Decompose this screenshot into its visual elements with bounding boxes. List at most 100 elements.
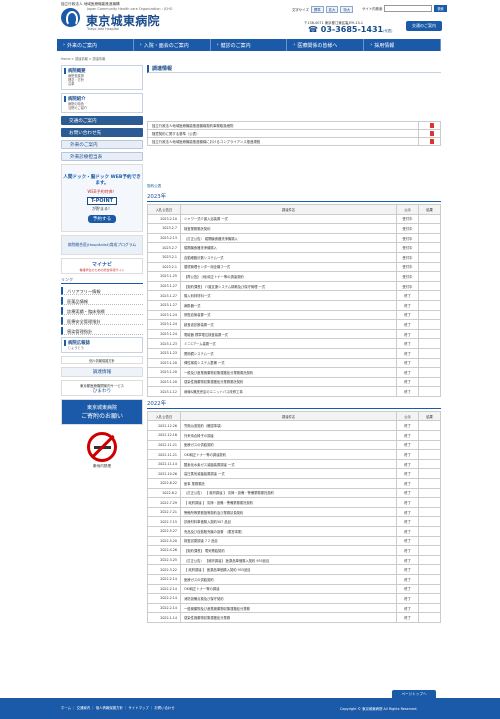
row-notice-status[interactable]: 受付中 xyxy=(396,232,419,244)
row-title[interactable]: 麻酔器一式 xyxy=(180,299,397,311)
row-notice-status[interactable]: 終了 xyxy=(396,593,419,604)
access-button[interactable]: 交通のご案内 xyxy=(406,21,442,31)
row-notice-status[interactable]: 終了 xyxy=(396,526,419,537)
sidebar-access-button[interactable]: 交通のご案内 xyxy=(61,116,143,126)
row-notice-status[interactable]: 終了 xyxy=(396,516,419,527)
row-title[interactable]: （訂正公告） 【 政府調達 】 清掃・設備・警備業務委託契約 xyxy=(180,487,397,499)
row-title[interactable]: OKI純正トナー等の調達 xyxy=(180,583,397,595)
row-notice-status[interactable]: 終了 xyxy=(396,430,419,441)
row-title[interactable]: 購入利林材料一式 xyxy=(180,290,397,301)
row-notice-status[interactable]: 終了 xyxy=(396,290,419,301)
row-title[interactable]: 関節鏡システム一式 xyxy=(180,347,397,359)
sidebar-schedule-button[interactable]: 外来診療担当表 xyxy=(61,152,143,162)
row-notice-status[interactable]: 受付中 xyxy=(396,280,419,292)
result-link[interactable]: 契約公表 xyxy=(147,184,441,189)
link-infection[interactable]: 感染管理指針 xyxy=(61,327,143,336)
sidebar-link[interactable]: 沿革 xyxy=(64,82,140,86)
procurement-banner[interactable]: 調達情報 xyxy=(61,367,143,378)
size-normal-button[interactable]: 標準 xyxy=(310,6,324,13)
row-title[interactable]: 【契約課長】 電気需給契約 xyxy=(180,545,397,556)
sidebar-outpatient-button[interactable]: 外来のご案内 xyxy=(61,140,143,150)
row-title[interactable]: 売品及び自動販売機の設置 （運営事業） xyxy=(180,526,397,537)
breadcrumb[interactable]: Home > 調達情報 > 調達情報 xyxy=(61,56,105,61)
row-title[interactable]: 一般及び産業廃棄物収集運搬処分業務委託契約 xyxy=(180,367,397,378)
row-notice-status[interactable]: 終了 xyxy=(396,439,419,451)
row-notice-status[interactable]: 終了 xyxy=(396,564,419,575)
rule-name[interactable]: 独立行政法人地域医療機能推進機構契約事務取扱細則 xyxy=(147,121,419,130)
row-notice-status[interactable]: 終了 xyxy=(396,449,419,460)
row-title[interactable]: 修復血管装置一式 xyxy=(180,309,397,321)
row-notice-status[interactable]: 終了 xyxy=(396,309,419,321)
rule-name[interactable]: 随意契約に関する基準（公表） xyxy=(147,129,419,138)
row-title[interactable]: 医療ガスの供給契約 xyxy=(180,439,397,451)
row-title[interactable]: 感染性廃棄物収集運搬処分業務 xyxy=(180,612,397,623)
size-xlarge-button[interactable]: 特大 xyxy=(340,6,354,13)
row-title[interactable]: 医事 業務委託 xyxy=(180,478,397,489)
row-title[interactable]: 外来待合椅子の調達 xyxy=(180,430,397,441)
row-notice-status[interactable]: 終了 xyxy=(396,347,419,359)
row-notice-status[interactable]: 終了 xyxy=(396,583,419,595)
row-notice-status[interactable]: 終了 xyxy=(396,545,419,556)
link-drug-info[interactable]: 医薬品情報 xyxy=(61,297,143,306)
row-notice-status[interactable]: 終了 xyxy=(396,573,419,585)
row-title[interactable]: OKI純正トナー等の調達契約 xyxy=(180,449,397,460)
row-notice-status[interactable]: 終了 xyxy=(396,328,419,340)
sidebar-link[interactable]: 当院のご紹介 xyxy=(64,106,140,110)
row-notice-status[interactable]: 終了 xyxy=(396,497,419,508)
row-notice-status[interactable]: 受付中 xyxy=(396,261,419,273)
sidebar-contact-button[interactable]: お問い合わせ先 xyxy=(61,128,143,138)
gnav-medical[interactable]: 医療関係の皆様へ xyxy=(287,39,365,51)
row-notice-status[interactable]: 終了 xyxy=(396,367,419,378)
row-title[interactable]: 検査試薬調達 7 2 品目 xyxy=(180,535,397,547)
row-notice-status[interactable]: 終了 xyxy=(396,554,419,566)
row-notice-status[interactable]: 終了 xyxy=(396,458,419,470)
search-button[interactable]: 検索 xyxy=(434,5,447,12)
row-title[interactable]: 循環管理センター用全機フ一式 xyxy=(180,261,397,273)
row-notice-status[interactable]: 終了 xyxy=(396,478,419,489)
donation-banner[interactable]: 東京城東病院 ご寄附のお願い xyxy=(61,399,143,426)
footer-nav[interactable]: ホーム ｜ 交通案内 ｜ 個人情報保護方針 ｜ サイトマップ ｜ お問い合わせ xyxy=(61,705,175,710)
row-notice-status[interactable]: 受付中 xyxy=(396,242,419,253)
row-title[interactable]: （訂正公告） 【政府調達】 医薬品単価購入契約 955品目 xyxy=(180,554,397,566)
row-title[interactable]: 電磁器 標準電位検査装置一式 xyxy=(180,328,397,340)
row-title[interactable]: （訂正公告） 縦隔膜食器洗浄機購入 xyxy=(180,232,397,244)
row-title[interactable]: ミニCアーム装置一式 xyxy=(180,338,397,349)
pdf-icon[interactable] xyxy=(429,130,434,136)
link-barrierfree[interactable]: バリアフリー情報 xyxy=(61,287,143,296)
dock-banner[interactable]: 人間ドック・脳ドック WEB予約できます。 WEB予約特典！ T-POINT が… xyxy=(61,164,143,233)
gnav-outpatient[interactable]: 外来のご案内 xyxy=(57,39,134,51)
row-title[interactable]: 診療材料単価購入契約507 品目 xyxy=(180,516,397,527)
hospital-logo-icon[interactable] xyxy=(61,8,80,27)
row-notice-status[interactable]: 受付中 xyxy=(396,251,419,263)
gnav-recruit[interactable]: 採用情報 xyxy=(364,39,441,51)
row-notice-status[interactable]: 終了 xyxy=(396,386,419,397)
size-large-button[interactable]: 拡大 xyxy=(325,6,339,13)
row-title[interactable]: 一般廃棄物及び産業廃棄物収集運搬処分業務 xyxy=(180,602,397,614)
row-notice-status[interactable]: 受付中 xyxy=(396,213,419,225)
link-safety[interactable]: 医療安全管理指針 xyxy=(61,317,143,326)
row-notice-status[interactable]: 終了 xyxy=(396,487,419,499)
row-title[interactable]: 警備所等業務指等契約及び業務請負契約 xyxy=(180,506,397,518)
row-notice-status[interactable]: 受付中 xyxy=(396,271,419,282)
row-notice-status[interactable]: 終了 xyxy=(396,376,419,388)
link-clinical-index[interactable]: 診療実績・臨床指標 xyxy=(61,307,143,316)
row-title[interactable]: 病棟&徹底売店のユニットバス改修工事 xyxy=(180,386,397,397)
row-title[interactable]: 【契約課長】 介護支援システム構築及び保守管理 一式 xyxy=(180,280,397,292)
row-title[interactable]: 感染性廃棄物収集運搬処分業務委託契約 xyxy=(180,376,397,388)
gnav-inpatient[interactable]: 入院・面会のご案内 xyxy=(134,39,211,51)
row-title[interactable]: 労働派遣契約（確認事項） xyxy=(180,420,397,432)
reserve-button[interactable]: 予約する xyxy=(87,214,117,223)
row-notice-status[interactable]: 終了 xyxy=(396,357,419,369)
pdf-icon[interactable] xyxy=(429,122,434,128)
row-title[interactable]: 【 政府調達 】 医薬品単価購入契約 955品目 xyxy=(180,564,397,575)
privacy-banner[interactable]: 個人情報保護方針 xyxy=(61,356,143,365)
row-title[interactable]: 【再公告】 (地)純正トナー等の調達契約 xyxy=(180,271,397,282)
row-notice-status[interactable]: 終了 xyxy=(396,506,419,518)
rule-name[interactable]: 独立行政法人地域医療機能推進機構におけるコンプライアンス推進規程 xyxy=(147,137,419,146)
row-title[interactable]: 弾性構成システム整備 一式 xyxy=(180,357,397,369)
row-title[interactable]: 超音波診断装置一式 xyxy=(180,319,397,330)
pdf-icon[interactable] xyxy=(429,138,434,144)
row-title[interactable]: 自動細胞計数システム一式 xyxy=(180,251,397,263)
row-title[interactable]: 検査業務委託契約 xyxy=(180,223,397,234)
row-notice-status[interactable]: 終了 xyxy=(396,612,419,623)
